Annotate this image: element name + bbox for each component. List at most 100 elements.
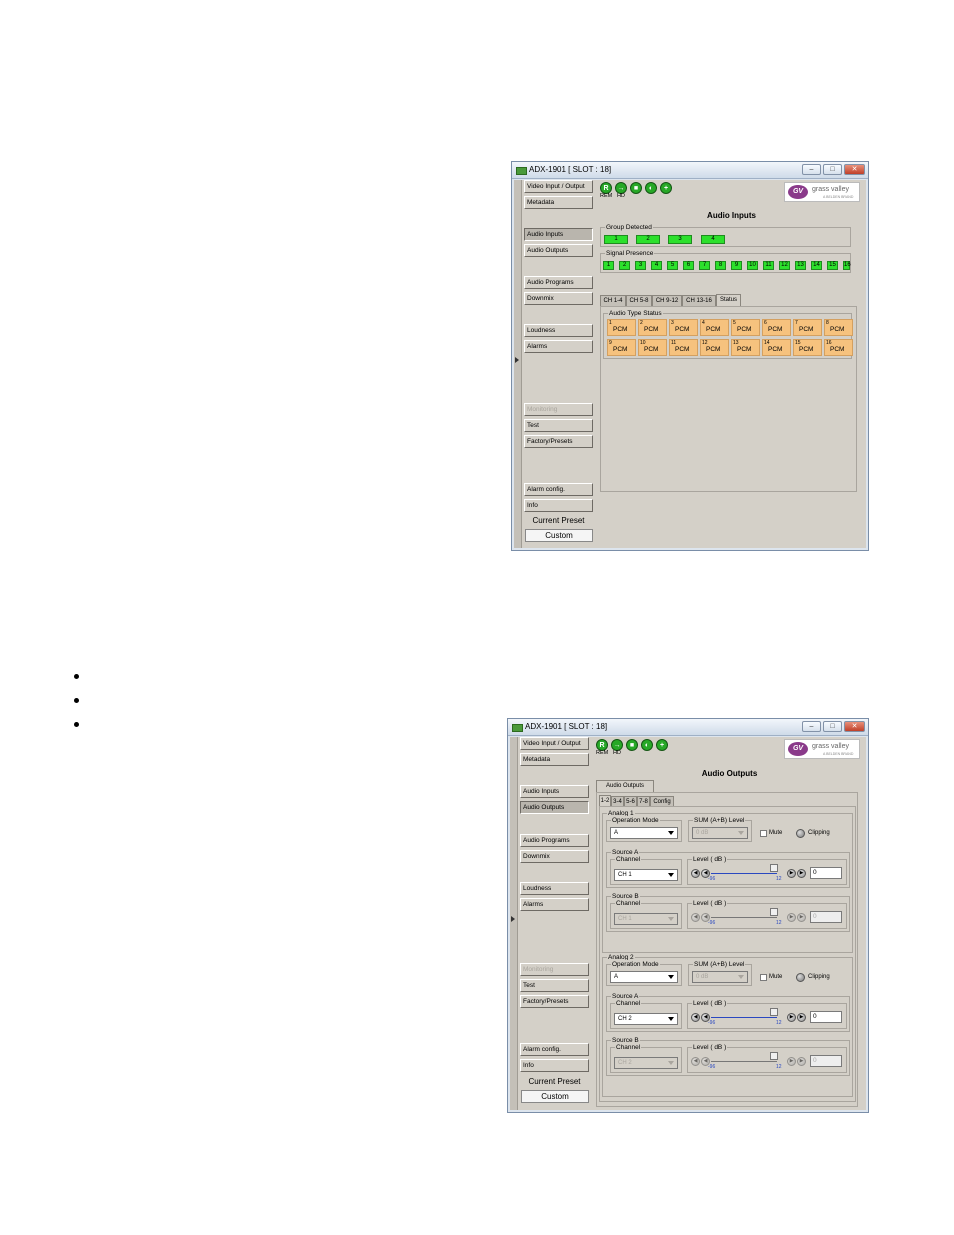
nav-downmix[interactable]: Downmix [520, 850, 589, 863]
nav-audio-programs[interactable]: Audio Programs [520, 834, 589, 847]
card-status-icon[interactable]: + [660, 182, 672, 194]
reference-status-icon[interactable]: ■ [626, 739, 638, 751]
group-indicator: 4 [701, 235, 725, 244]
sum-level-group: SUM (A+B) Level 0 dB [688, 816, 752, 842]
minimize-button[interactable]: – [802, 164, 821, 175]
channel-group: Channel CH 1 [610, 855, 682, 885]
nav-loudness[interactable]: Loudness [520, 882, 589, 895]
increase-fast-button[interactable]: ▶ [797, 869, 806, 878]
operation-mode-dropdown[interactable]: A [610, 971, 678, 983]
audio-status-icon[interactable]: ◐ [645, 182, 657, 194]
nav-loudness[interactable]: Loudness [524, 324, 593, 337]
rem-label: REM [596, 750, 609, 756]
level-slider-track[interactable] [711, 873, 777, 874]
nav-audio-outputs[interactable]: Audio Outputs [520, 801, 589, 814]
nav-metadata[interactable]: Metadata [524, 196, 593, 209]
tab-ch-13-16[interactable]: CH 13-16 [682, 295, 716, 306]
increase-fast-button[interactable]: ▶ [797, 1013, 806, 1022]
level-slider-thumb [770, 1052, 778, 1060]
nav-video-input-output[interactable]: Video Input / Output [524, 180, 593, 193]
nav-downmix[interactable]: Downmix [524, 292, 593, 305]
signal-indicator: 5 [667, 261, 678, 270]
operation-mode-group: Operation Mode A [606, 960, 682, 986]
mute-checkbox[interactable] [760, 974, 767, 981]
expand-arrow-icon[interactable] [511, 916, 515, 922]
nav-video-input-output[interactable]: Video Input / Output [520, 737, 589, 750]
nav-factory-presets[interactable]: Factory/Presets [524, 435, 593, 448]
channel-number: 7 [795, 320, 798, 326]
signal-indicator: 7 [699, 261, 710, 270]
title-bar[interactable]: ADX-1901 [ SLOT : 18] – □ ✕ [508, 719, 868, 736]
mute-label: Mute [769, 830, 783, 836]
nav-factory-presets[interactable]: Factory/Presets [520, 995, 589, 1008]
audio-type-cell: 1 PCM [607, 319, 636, 336]
level-value-input[interactable]: 0 [810, 1011, 842, 1023]
minimize-button[interactable]: – [802, 721, 821, 732]
mute-checkbox[interactable] [760, 830, 767, 837]
close-button[interactable]: ✕ [844, 164, 865, 175]
collapse-bar[interactable] [514, 180, 522, 548]
channel-dropdown[interactable]: CH 1 [614, 869, 678, 881]
audio-type-cell: 7 PCM [793, 319, 822, 336]
sum-level-dropdown: 0 dB [692, 971, 748, 983]
operation-mode-value: A [614, 830, 619, 836]
close-button[interactable]: ✕ [844, 721, 865, 732]
nav-audio-inputs[interactable]: Audio Inputs [524, 228, 593, 241]
nav-alarm-config[interactable]: Alarm config. [520, 1043, 589, 1056]
tab-status[interactable]: Status [716, 294, 741, 306]
channel-value: CH 2 [618, 1060, 632, 1066]
increase-button[interactable]: ▶ [787, 869, 796, 878]
source-group: Source A Channel CH 1 Level ( dB ) ◀ ◀ -96 12 ▶ ▶… [606, 848, 850, 888]
level-value-input[interactable]: 0 [810, 867, 842, 879]
audio-type-value: PCM [644, 326, 659, 333]
group-indicator: 1 [604, 235, 628, 244]
gv-logo-icon: GV [788, 185, 808, 199]
tab-ch-9-12[interactable]: CH 9-12 [652, 295, 682, 306]
nav-alarms[interactable]: Alarms [524, 340, 593, 353]
level-slider-track[interactable] [711, 1017, 777, 1018]
sum-level-dropdown: 0 dB [692, 827, 748, 839]
signal-presence: Signal Presence 1 2 3 4 5 6 7 8 9 10 11 … [600, 249, 851, 273]
maximize-button[interactable]: □ [823, 164, 842, 175]
logo-text: grass valley [812, 186, 849, 193]
nav-info[interactable]: Info [524, 499, 593, 512]
level-slider-thumb[interactable] [770, 864, 778, 872]
decrease-fast-button[interactable]: ◀ [691, 1013, 700, 1022]
card-status-icon[interactable]: + [656, 739, 668, 751]
collapse-bar[interactable] [510, 737, 518, 1110]
channel-dropdown: CH 1 [614, 913, 678, 925]
audio-type-cell: 2 PCM [638, 319, 667, 336]
channel-dropdown[interactable]: CH 2 [614, 1013, 678, 1025]
nav-alarms[interactable]: Alarms [520, 898, 589, 911]
nav-audio-programs[interactable]: Audio Programs [524, 276, 593, 289]
nav-audio-inputs[interactable]: Audio Inputs [520, 785, 589, 798]
main-panel: R → ■ ◐ + REM HD GV grass valley A BELDE… [593, 737, 866, 1110]
clipping-label: Clipping [808, 974, 830, 980]
title-bar[interactable]: ADX-1901 [ SLOT : 18] – □ ✕ [512, 162, 868, 179]
audio-status-icon[interactable]: ◐ [641, 739, 653, 751]
channel-number: 3 [671, 320, 674, 326]
nav-test[interactable]: Test [524, 419, 593, 432]
nav-alarm-config[interactable]: Alarm config. [524, 483, 593, 496]
tab-ch-5-8[interactable]: CH 5-8 [626, 295, 652, 306]
signal-indicator: 10 [747, 261, 758, 270]
signal-indicator: 15 [827, 261, 838, 270]
current-preset-value: Custom [525, 529, 593, 542]
reference-status-icon[interactable]: ■ [630, 182, 642, 194]
level-slider-thumb[interactable] [770, 1008, 778, 1016]
increase-button[interactable]: ▶ [787, 1013, 796, 1022]
audio-type-value: PCM [613, 326, 628, 333]
operation-mode-dropdown[interactable]: A [610, 827, 678, 839]
maximize-button[interactable]: □ [823, 721, 842, 732]
nav-audio-outputs[interactable]: Audio Outputs [524, 244, 593, 257]
nav-metadata[interactable]: Metadata [520, 753, 589, 766]
tab-ch-1-4[interactable]: CH 1-4 [600, 295, 626, 306]
nav-info[interactable]: Info [520, 1059, 589, 1072]
status-tab-panel: Audio Type Status 1 PCM 2 PCM 3 PCM 4 PCM 5 PCM 6 P… [600, 306, 857, 492]
audio-type-cell: 3 PCM [669, 319, 698, 336]
expand-arrow-icon[interactable] [515, 357, 519, 363]
nav-test[interactable]: Test [520, 979, 589, 992]
audio-type-value: PCM [613, 346, 628, 353]
logo-subtext: A BELDEN BRAND [823, 752, 854, 756]
decrease-fast-button[interactable]: ◀ [691, 869, 700, 878]
